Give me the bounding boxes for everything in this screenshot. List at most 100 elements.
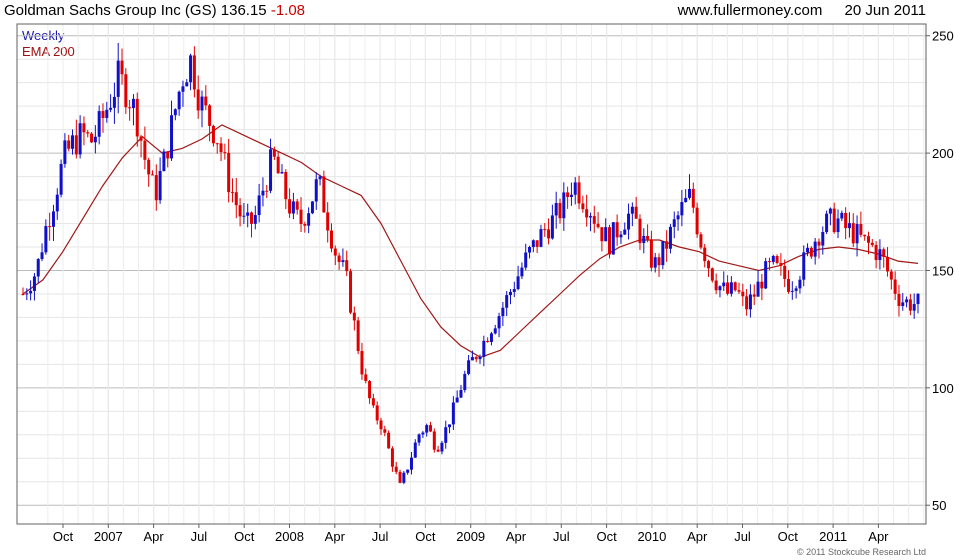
y-tick-label: 250 <box>932 29 954 44</box>
x-tick-label: Jul <box>734 529 751 544</box>
candle-body <box>356 320 360 352</box>
candle-body <box>866 236 870 243</box>
candle-body <box>173 109 177 116</box>
candle-body <box>718 286 722 291</box>
candle-body <box>851 223 855 244</box>
candle-body <box>436 449 440 452</box>
candle-body <box>276 156 280 174</box>
candle-body <box>608 227 612 255</box>
candle-body <box>67 140 71 149</box>
candle-body <box>364 374 368 381</box>
candle-body <box>615 222 619 238</box>
candle-body <box>665 241 669 249</box>
candle-body <box>543 229 547 231</box>
candle-body <box>318 176 322 180</box>
candle-body <box>310 201 314 214</box>
candle-body <box>562 192 566 219</box>
candle-body <box>150 174 154 176</box>
candle-body <box>215 143 219 145</box>
x-tick-label: Apr <box>325 529 346 544</box>
candle-body <box>573 182 577 195</box>
candle-body <box>802 252 806 280</box>
candle-body <box>409 457 413 470</box>
candle-body <box>131 98 135 109</box>
candle-body <box>413 442 417 458</box>
candle-body <box>489 333 493 342</box>
candle-body <box>181 86 185 92</box>
candle-body <box>600 227 604 242</box>
candle-body <box>733 282 737 291</box>
candle-body <box>291 201 295 214</box>
candle-body <box>588 216 592 218</box>
candle-body <box>703 247 707 262</box>
candle-body <box>585 209 589 218</box>
y-tick-label: 50 <box>932 498 946 513</box>
candle-body <box>840 212 844 219</box>
candle-body <box>836 218 840 233</box>
candle-body <box>535 240 539 247</box>
candle-body <box>93 136 97 143</box>
candle-body <box>90 133 94 143</box>
candle-body <box>611 222 615 255</box>
candle-body <box>467 360 471 374</box>
candle-body <box>417 434 421 443</box>
candle-body <box>695 207 699 235</box>
candle-body <box>516 276 520 290</box>
candle-body <box>687 188 691 198</box>
candle-body <box>29 290 33 294</box>
candle-body <box>707 261 711 269</box>
candle-body <box>352 312 356 321</box>
candle-body <box>779 263 783 266</box>
candle-body <box>451 402 455 425</box>
candle-body <box>672 219 676 227</box>
candle-body <box>429 425 433 432</box>
candle-body <box>360 351 364 375</box>
candle-body <box>196 89 200 111</box>
x-tick-label: Oct <box>596 529 617 544</box>
candle-body <box>798 279 802 289</box>
x-tick-label: Oct <box>415 529 436 544</box>
candle-body <box>668 226 672 249</box>
candle-body <box>109 107 113 110</box>
candle-body <box>349 271 353 313</box>
candle-body <box>661 241 665 266</box>
x-tick-label: Oct <box>53 529 74 544</box>
candle-body <box>908 299 912 311</box>
candle-body <box>886 256 890 272</box>
candle-body <box>889 271 893 280</box>
candle-body <box>284 171 288 200</box>
candle-body <box>512 289 516 292</box>
y-tick-label: 150 <box>932 263 954 278</box>
candle-body <box>566 192 570 198</box>
candle-body <box>154 175 158 201</box>
candle-body <box>329 230 333 249</box>
candle-body <box>238 205 242 217</box>
candle-body <box>630 206 634 214</box>
candle-body <box>147 159 151 175</box>
candle-body <box>158 170 162 201</box>
candle-body <box>493 328 497 334</box>
candle-body <box>345 260 349 272</box>
candle-body <box>634 206 638 219</box>
candle-body <box>726 282 730 294</box>
candle-body <box>406 469 410 473</box>
candle-body <box>40 252 44 260</box>
candle-body <box>48 226 52 228</box>
candle-body <box>844 212 848 229</box>
candle-body <box>528 247 532 253</box>
candle-body <box>265 190 269 192</box>
x-tick-label: Oct <box>778 529 799 544</box>
candle-body <box>112 96 116 108</box>
candle-body <box>505 295 509 308</box>
candle-body <box>32 276 36 291</box>
candle-body <box>333 248 337 256</box>
candle-body <box>192 55 196 90</box>
candle-body <box>676 215 680 220</box>
candle-body <box>623 229 627 235</box>
candle-body <box>474 357 478 360</box>
candle-body <box>63 140 67 164</box>
candle-body <box>684 197 688 203</box>
candle-body <box>619 234 623 238</box>
candle-body <box>25 293 29 295</box>
candle-body <box>269 149 273 191</box>
